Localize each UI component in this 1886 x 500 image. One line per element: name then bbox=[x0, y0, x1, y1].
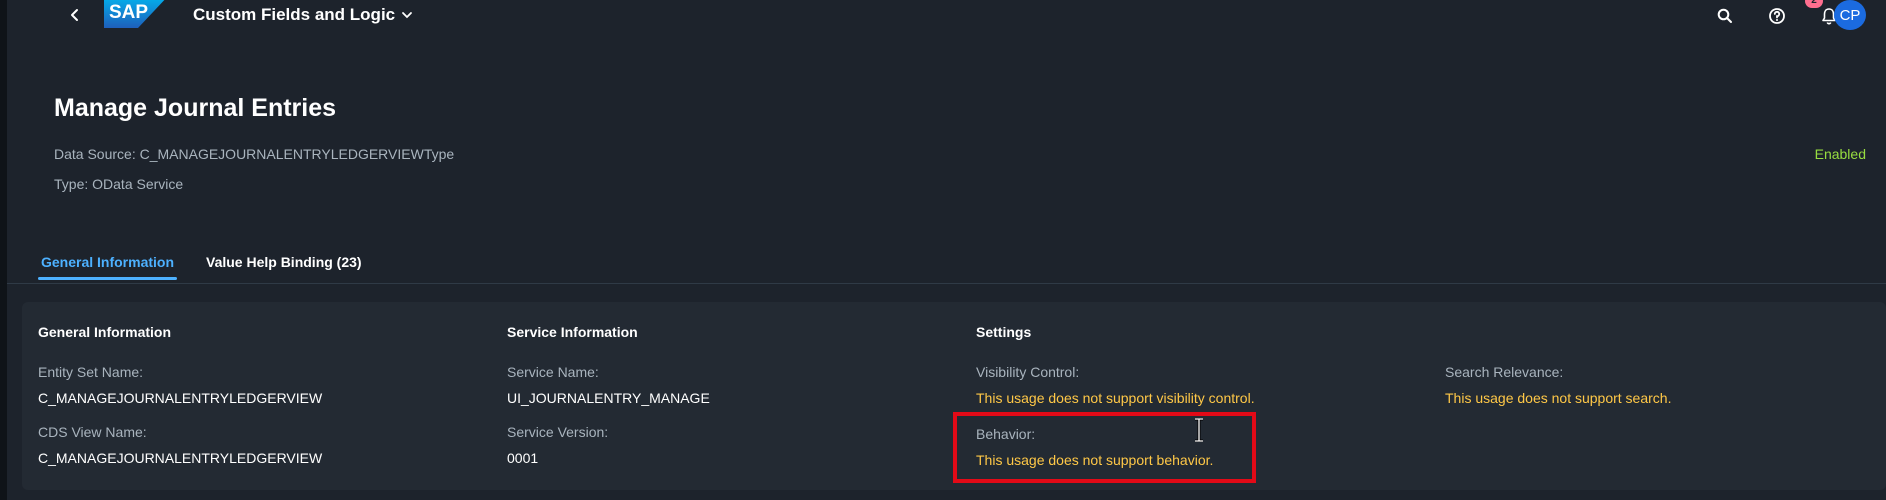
app-title: Custom Fields and Logic bbox=[193, 5, 396, 24]
cds-view-value: C_MANAGEJOURNALENTRYLEDGERVIEW bbox=[38, 450, 323, 466]
highlight-box bbox=[953, 412, 1256, 483]
search-relevance-label: Search Relevance: bbox=[1445, 364, 1564, 380]
cds-view-label: CDS View Name: bbox=[38, 424, 147, 440]
general-information-title: General Information bbox=[38, 324, 172, 340]
service-version-label: Service Version: bbox=[507, 424, 609, 440]
logo-text: SAP bbox=[109, 2, 148, 23]
text-cursor-icon bbox=[1195, 418, 1203, 442]
search-button[interactable] bbox=[1713, 4, 1737, 28]
type-attribute: Type: OData Service bbox=[54, 176, 183, 192]
service-name-label: Service Name: bbox=[507, 364, 599, 380]
chevron-down-icon bbox=[401, 9, 413, 21]
entity-set-value: C_MANAGEJOURNALENTRYLEDGERVIEW bbox=[38, 390, 323, 406]
service-name-value: UI_JOURNALENTRY_MANAGE bbox=[507, 390, 710, 406]
data-source-value: C_MANAGEJOURNALENTRYLEDGERVIEWType bbox=[139, 146, 455, 162]
sap-logo[interactable]: SAP bbox=[104, 0, 170, 28]
entity-set-label: Entity Set Name: bbox=[38, 364, 144, 380]
tab-general-information[interactable]: General Information bbox=[37, 254, 178, 280]
help-icon bbox=[1769, 8, 1785, 24]
type-value: OData Service bbox=[92, 176, 184, 192]
visibility-control-value: This usage does not support visibility c… bbox=[976, 390, 1255, 406]
back-arrow-icon bbox=[71, 9, 78, 21]
type-label: Type: bbox=[54, 176, 89, 192]
settings-title: Settings bbox=[976, 324, 1032, 340]
search-relevance-value: This usage does not support search. bbox=[1445, 390, 1672, 406]
page-title: Manage Journal Entries bbox=[54, 94, 337, 122]
search-icon bbox=[1717, 8, 1732, 23]
service-version-value: 0001 bbox=[507, 450, 539, 466]
data-source-label: Data Source: bbox=[54, 146, 136, 162]
window-left-edge bbox=[0, 0, 7, 500]
service-information-title: Service Information bbox=[507, 324, 638, 340]
visibility-control-label: Visibility Control: bbox=[976, 364, 1080, 380]
tab-bar: General Information Value Help Binding (… bbox=[7, 242, 1886, 284]
help-button[interactable] bbox=[1765, 4, 1789, 28]
data-source-attribute: Data Source: C_MANAGEJOURNALENTRYLEDGERV… bbox=[54, 146, 454, 162]
user-avatar[interactable]: CP bbox=[1834, 0, 1866, 30]
tab-value-help-binding[interactable]: Value Help Binding (23) bbox=[206, 254, 362, 280]
status-enabled: Enabled bbox=[1814, 146, 1866, 162]
app-title-menu[interactable]: Custom Fields and Logic bbox=[193, 5, 413, 25]
back-button[interactable] bbox=[64, 4, 86, 26]
